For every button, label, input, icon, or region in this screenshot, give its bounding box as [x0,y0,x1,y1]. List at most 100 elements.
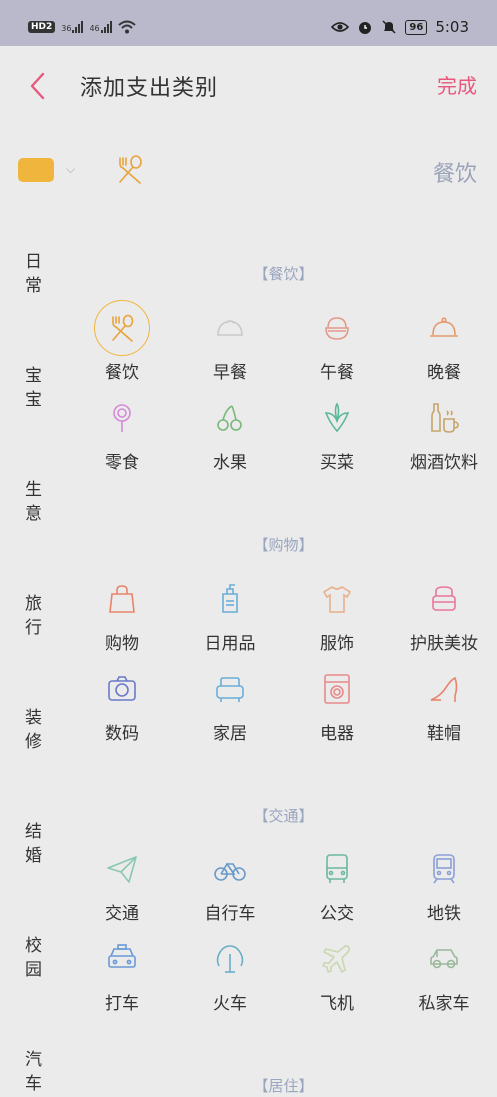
category-label: 家居 [213,724,247,744]
category-label: 私家车 [418,994,470,1014]
category-item[interactable]: 烟酒饮料 [390,390,497,473]
shopping-bag-icon [94,571,150,627]
cherry-icon [202,390,258,446]
category-label: 烟酒饮料 [410,453,478,473]
clock: 5:03 [435,18,469,36]
paper-plane-icon [94,841,150,897]
alarm-icon [359,22,372,34]
category-item[interactable]: 自行车 [176,841,284,924]
category-item[interactable]: 购物 [68,571,176,654]
section-title-dining: 【餐饮】 [253,265,314,283]
bun-icon [202,300,258,356]
category-label: 电器 [320,724,354,744]
lotion-bottle-icon [202,571,258,627]
metro-icon [416,841,472,897]
category-item[interactable]: 日用品 [176,571,284,654]
cosmetics-icon [416,571,472,627]
category-item[interactable]: 零食 [68,390,176,473]
category-label: 地铁 [427,904,461,924]
category-label: 日用品 [204,634,256,654]
category-item[interactable]: 公交 [283,841,391,924]
category-label: 自行车 [204,904,256,924]
sidebar-item-business[interactable]: 生意 [25,478,45,526]
category-item[interactable]: 家居 [176,661,284,744]
washing-machine-icon [309,661,365,717]
car-icon [416,931,472,987]
vegetable-icon [309,390,365,446]
category-label: 火车 [213,994,247,1014]
category-label: 晚餐 [427,363,461,383]
category-label: 购物 [105,634,139,654]
category-item[interactable]: 飞机 [283,931,391,1014]
tshirt-icon [309,571,365,627]
category-label: 数码 [105,724,139,744]
category-item[interactable]: 私家车 [390,931,497,1014]
header: 添加支出类别 完成 [0,46,497,126]
category-label: 护肤美妆 [410,634,478,654]
status-bar: HD2 36 46 96 5:03 [0,0,497,46]
camera-icon [94,661,150,717]
category-item[interactable]: 电器 [283,661,391,744]
wifi-icon [117,20,136,34]
category-label: 水果 [213,453,247,473]
taxi-icon [94,931,150,987]
category-item[interactable]: 买菜 [283,390,391,473]
category-label: 早餐 [213,363,247,383]
cloche-icon [416,300,472,356]
category-label: 打车 [105,994,139,1014]
train-icon [202,931,258,987]
category-item[interactable]: 护肤美妆 [390,571,497,654]
category-item[interactable]: 火车 [176,931,284,1014]
category-item[interactable]: 打车 [68,931,176,1014]
chevron-down-icon[interactable]: ⌵ [66,162,75,177]
sofa-icon [202,661,258,717]
category-item[interactable]: 数码 [68,661,176,744]
category-item[interactable]: 鞋帽 [390,661,497,744]
category-label: 交通 [105,904,139,924]
category-label: 公交 [320,904,354,924]
bowl-icon [309,300,365,356]
category-label: 餐饮 [105,363,139,383]
back-arrow-icon[interactable] [24,66,54,106]
category-item[interactable]: 服饰 [283,571,391,654]
color-swatch[interactable] [18,158,54,182]
section-title-transport: 【交通】 [253,807,314,825]
category-item[interactable]: 水果 [176,390,284,473]
sidebar-item-daily[interactable]: 日常 [25,250,45,298]
airplane-icon [309,931,365,987]
fork-spoon-icon [94,300,150,356]
sidebar-item-renovation[interactable]: 装修 [25,706,45,754]
lollipop-icon [94,390,150,446]
category-item[interactable]: 午餐 [283,300,391,383]
hd-badge: HD2 [28,21,56,33]
section-title-housing: 【居住】 [253,1077,314,1095]
category-item[interactable]: 餐饮 [68,300,176,383]
section-title-shopping: 【购物】 [253,536,314,554]
high-heel-icon [416,661,472,717]
sidebar-item-travel[interactable]: 旅行 [25,592,45,640]
bottle-cup-icon [416,390,472,446]
done-button[interactable]: 完成 [437,70,477,99]
sidebar-item-car[interactable]: 汽车 [25,1048,45,1096]
fork-spoon-icon [119,155,142,184]
category-label: 鞋帽 [427,724,461,744]
category-item[interactable]: 早餐 [176,300,284,383]
category-label: 飞机 [320,994,354,1014]
category-item[interactable]: 晚餐 [390,300,497,383]
category-label: 午餐 [320,363,354,383]
bus-icon [309,841,365,897]
category-preview-row: ⌵ 餐饮 [0,140,497,200]
mute-bell-icon [382,20,396,34]
battery-icon: 96 [405,19,428,35]
category-item[interactable]: 交通 [68,841,176,924]
category-item[interactable]: 地铁 [390,841,497,924]
bicycle-icon [202,841,258,897]
category-label: 零食 [105,453,139,473]
eye-icon [331,22,350,32]
selected-category-name: 餐饮 [432,162,477,187]
sidebar-item-wedding[interactable]: 结婚 [25,820,45,868]
signal-icon: 36 [61,21,84,33]
sidebar-item-campus[interactable]: 校园 [25,934,45,982]
page-title: 添加支出类别 [80,76,219,101]
sidebar-item-baby[interactable]: 宝宝 [25,364,45,412]
